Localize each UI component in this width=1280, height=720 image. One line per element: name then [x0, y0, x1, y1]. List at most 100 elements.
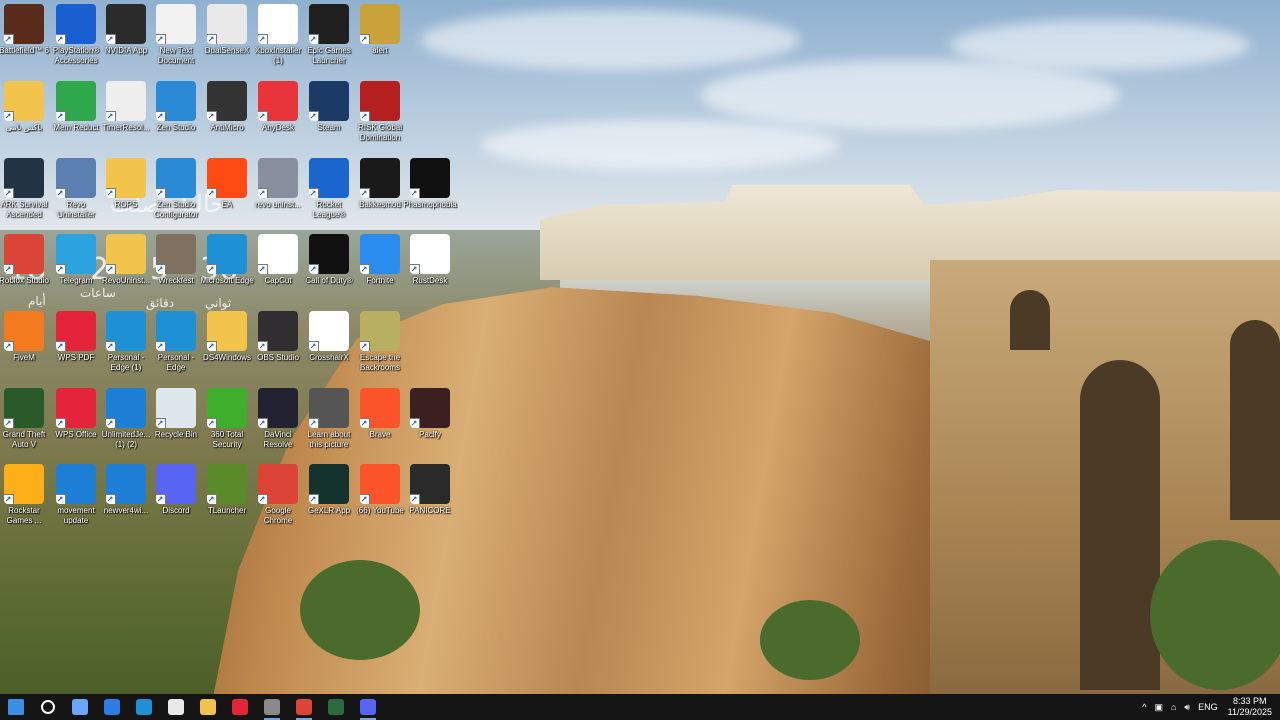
desktop-icon[interactable]: ↗ AntiMicro — [201, 81, 253, 133]
desktop-icon[interactable]: ↗ Rocket League® — [303, 158, 355, 220]
desktop-icon[interactable]: ↗ (66) YouTube — [354, 464, 406, 516]
search-button[interactable] — [32, 694, 64, 720]
desktop-icon-label: AntiMicro — [210, 123, 244, 132]
zen-config-icon: ↗ — [156, 158, 196, 198]
desktop-icon[interactable]: ↗ RustDesk — [404, 234, 456, 286]
desktop-icon[interactable]: ↗ Battlefield™ 6 — [0, 4, 50, 56]
desktop-icon[interactable]: ↗ XboxInstaller (1) — [252, 4, 304, 66]
desktop-icon[interactable]: ↗ Bakkesmod — [354, 158, 406, 210]
desktop-icon[interactable]: ↗ ROPS — [100, 158, 152, 210]
desktop-icon[interactable]: ↗ Personal - Edge — [150, 311, 202, 373]
shortcut-arrow-icon: ↗ — [258, 188, 268, 198]
desktop-icon[interactable]: ↗ newver4wi... — [100, 464, 152, 516]
desktop-icon[interactable]: ↗ Telegram — [50, 234, 102, 286]
shortcut-arrow-icon: ↗ — [360, 188, 370, 198]
desktop-icon[interactable]: ↗ Grand Theft Auto V — [0, 388, 50, 450]
mail-button[interactable] — [96, 694, 128, 720]
wps-taskbar-button[interactable] — [224, 694, 256, 720]
start-button[interactable] — [0, 694, 32, 720]
desktop-icon[interactable]: ↗ Microsoft Edge — [200, 234, 254, 286]
taskbar-clock[interactable]: 8:33 PM 11/29/2025 — [1228, 696, 1272, 718]
ea-icon: ↗ — [207, 158, 247, 198]
desktop-icon-label: UnlimitedJe... (1) (2) — [101, 430, 151, 449]
desktop-icon[interactable]: ↗ WPS PDF — [50, 311, 102, 363]
file-explorer-button[interactable] — [192, 694, 224, 720]
rocket-league-icon: ↗ — [309, 158, 349, 198]
desktop-icon[interactable]: ↗ Personal - Edge (1) — [100, 311, 152, 373]
desktop-icon-label: (66) YouTube — [356, 506, 404, 515]
desktop-icon[interactable]: ↗ DaVinci Resolve — [252, 388, 304, 450]
desktop-icon[interactable]: ↗ Discord — [150, 464, 202, 516]
desktop-icon[interactable]: ↗ CrosshairX — [303, 311, 355, 363]
shortcut-arrow-icon: ↗ — [56, 494, 66, 504]
desktop-icon[interactable]: ↗ DualSenseX — [201, 4, 253, 56]
desktop-icon[interactable]: ↗ TimerResol... — [100, 81, 152, 133]
edge-taskbar-button[interactable] — [128, 694, 160, 720]
desktop-icon-label: Revo Uninstaller — [57, 200, 95, 219]
desktop-icon[interactable]: ↗ Wreckfest — [150, 234, 202, 286]
desktop-icon[interactable]: ↗ Revo Uninstaller — [50, 158, 102, 220]
desktop-icon[interactable]: ↗ EA — [201, 158, 253, 210]
volume-icon[interactable]: 🔊︎ — [1184, 702, 1190, 713]
desktop-icon[interactable]: ↗ revo uninst... — [252, 158, 304, 210]
language-indicator[interactable]: ENG — [1198, 702, 1218, 712]
desktop-icon-label: TLauncher — [207, 506, 247, 515]
desktop-icon[interactable]: ↗ Rockstar Games ... — [0, 464, 50, 526]
chrome-taskbar-button[interactable] — [288, 694, 320, 720]
clock-date: 11/29/2025 — [1227, 707, 1272, 717]
desktop-icon[interactable]: ↗ Escape the Backrooms — [354, 311, 406, 373]
xbox-icon — [328, 699, 344, 715]
shortcut-arrow-icon: ↗ — [410, 418, 420, 428]
desktop-icon[interactable]: ↗ OBS Studio — [252, 311, 304, 363]
desktop-icon[interactable]: ↗ Pacify — [404, 388, 456, 440]
shortcut-arrow-icon: ↗ — [106, 494, 116, 504]
desktop-icon[interactable]: ↗ Brave — [354, 388, 406, 440]
desktop-icon[interactable]: ↗ GeXLR App — [303, 464, 355, 516]
shortcut-arrow-icon: ↗ — [360, 111, 370, 121]
desktop-icon[interactable]: ↗ Epic Games Launcher — [303, 4, 355, 66]
desktop-icon[interactable]: ↗ TLauncher — [201, 464, 253, 516]
desktop-icon[interactable]: ↗ FiveM — [0, 311, 50, 363]
desktop-icon[interactable]: ↗ PlayStation® Accessories — [50, 4, 102, 66]
desktop-icon[interactable]: ↗ باکس نامی — [0, 81, 50, 133]
desktop-icon[interactable]: ↗ RevoUninst... — [100, 234, 152, 286]
desktop-icon[interactable]: ↗ alert — [354, 4, 406, 56]
shortcut-arrow-icon: ↗ — [156, 494, 166, 504]
desktop-icon[interactable]: ↗ 360 Total Security — [201, 388, 253, 450]
desktop-icon[interactable]: ↗ Phasmophobia — [403, 158, 457, 210]
desktop-icon[interactable]: ↗ UnlimitedJe... (1) (2) — [100, 388, 152, 450]
desktop-icon[interactable]: ↗ AnyDesk — [252, 81, 304, 133]
xbox-taskbar-button[interactable] — [320, 694, 352, 720]
network-icon[interactable]: ⌂ — [1171, 702, 1176, 712]
desktop-icon[interactable]: ↗ Zen Studio Configurator — [150, 158, 202, 220]
desktop-icon[interactable]: ↗ DS4Windows — [201, 311, 253, 363]
desktop-icon[interactable]: ↗ Mem Reduct — [50, 81, 102, 133]
desktop-icon[interactable]: ↗ PANICORE — [404, 464, 456, 516]
desktop-icon[interactable]: ↗ Recycle Bin — [150, 388, 202, 440]
telegram-icon: ↗ — [56, 234, 96, 274]
desktop-icon[interactable]: ↗ Zen Studio — [150, 81, 202, 133]
davinci-icon: ↗ — [258, 388, 298, 428]
desktop-icon[interactable]: ↗ NVIDIA App — [100, 4, 152, 56]
desktop-icon[interactable]: ↗ Learn about this picture — [303, 388, 355, 450]
discord-taskbar-button[interactable] — [352, 694, 384, 720]
security-icon[interactable]: ▣ — [1154, 702, 1163, 713]
steam-taskbar-button[interactable] — [256, 694, 288, 720]
desktop-icon[interactable]: ↗ Roblox Studio — [0, 234, 50, 286]
desktop-icon[interactable]: ↗ Call of Duty® — [303, 234, 355, 286]
desktop-icon[interactable]: ↗ ARK Survival Ascended — [0, 158, 50, 220]
shortcut-arrow-icon: ↗ — [56, 34, 66, 44]
desktop-icon[interactable]: ↗ Google Chrome — [252, 464, 304, 526]
gexlr-icon: ↗ — [309, 464, 349, 504]
desktop-icon-label: Google Chrome — [263, 506, 293, 525]
store-button[interactable] — [160, 694, 192, 720]
desktop-icon[interactable]: ↗ Steam — [303, 81, 355, 133]
tray-overflow-icon[interactable]: ^ — [1142, 702, 1146, 712]
desktop-icon[interactable]: ↗ Fortnite — [354, 234, 406, 286]
desktop-icon[interactable]: ↗ New Text Document — [150, 4, 202, 66]
desktop-icon[interactable]: ↗ RISK Global Domination — [354, 81, 406, 143]
desktop-icon[interactable]: ↗ CapCut — [252, 234, 304, 286]
desktop-icon[interactable]: ↗ WPS Office — [50, 388, 102, 440]
desktop-icon[interactable]: ↗ movement update — [50, 464, 102, 526]
copilot-button[interactable] — [64, 694, 96, 720]
